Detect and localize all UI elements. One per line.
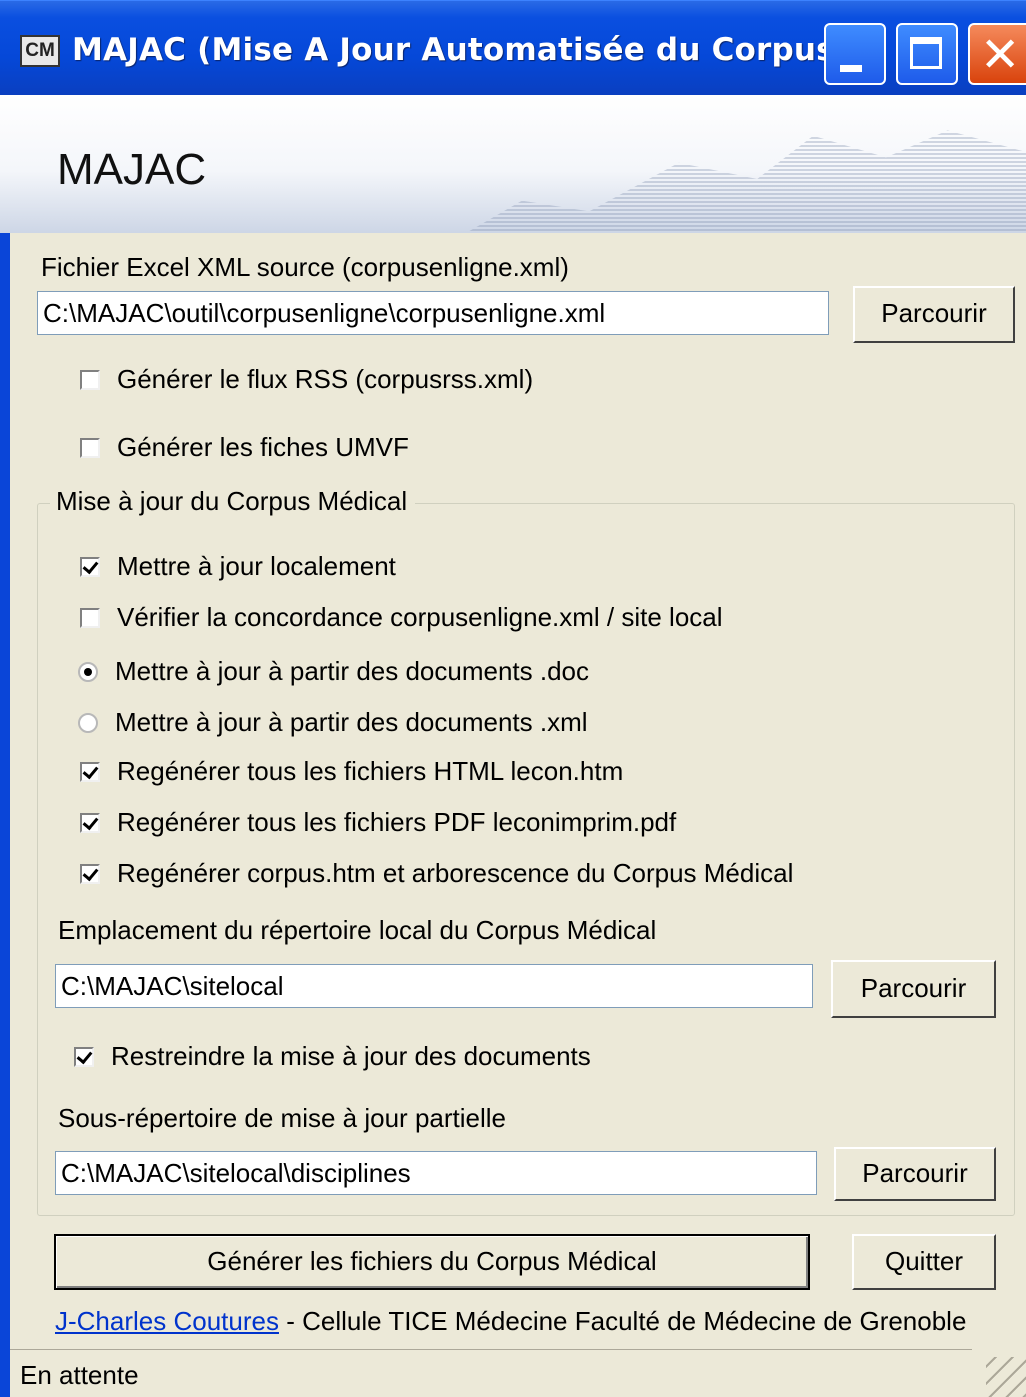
source-file-label: Fichier Excel XML source (corpusenligne.… xyxy=(41,252,569,282)
close-button[interactable]: ✕ xyxy=(968,23,1026,85)
footer-credit: J-Charles Coutures - Cellule TICE Médeci… xyxy=(55,1306,966,1337)
update-from-xml-radio[interactable] xyxy=(78,712,98,733)
title-bar[interactable]: CM MAJAC (Mise A Jour Automatisée du Cor… xyxy=(0,0,1026,95)
option-label: Regénérer tous les fichiers PDF leconimp… xyxy=(117,807,677,837)
source-file-input[interactable]: C:\MAJAC\outil\corpusenligne\corpusenlig… xyxy=(37,291,829,335)
sub-dir-input[interactable]: C:\MAJAC\sitelocal\disciplines xyxy=(55,1151,817,1195)
restrict-option[interactable]: Restreindre la mise à jour des documents xyxy=(74,1041,591,1072)
maximize-button[interactable] xyxy=(896,23,958,85)
sub-dir-browse-button[interactable]: Parcourir xyxy=(834,1147,996,1201)
verify-concordance-checkbox[interactable] xyxy=(80,607,100,628)
status-text: En attente xyxy=(20,1360,139,1390)
verify-concordance-option[interactable]: Vérifier la concordance corpusenligne.xm… xyxy=(80,602,723,633)
local-dir-browse-button[interactable]: Parcourir xyxy=(831,960,996,1018)
close-icon: ✕ xyxy=(980,27,1021,83)
regen-html-checkbox[interactable] xyxy=(80,761,100,782)
banner: MAJAC xyxy=(0,95,1026,233)
option-label: Regénérer corpus.htm et arborescence du … xyxy=(117,858,794,888)
local-dir-input[interactable]: C:\MAJAC\sitelocal xyxy=(55,964,813,1008)
window-frame-left xyxy=(0,95,10,1397)
option-label: Vérifier la concordance corpusenligne.xm… xyxy=(117,602,723,632)
status-bar xyxy=(10,1349,972,1397)
author-link[interactable]: J-Charles Coutures xyxy=(55,1306,279,1336)
local-dir-label: Emplacement du répertoire local du Corpu… xyxy=(58,915,657,945)
banner-title: MAJAC xyxy=(57,145,207,194)
restrict-checkbox[interactable] xyxy=(74,1046,94,1067)
credit-text: - Cellule TICE Médecine Faculté de Médec… xyxy=(278,1306,967,1336)
update-locally-checkbox[interactable] xyxy=(80,556,100,577)
option-label: Regénérer tous les fichiers HTML lecon.h… xyxy=(117,756,624,786)
mountain-image xyxy=(466,130,1026,233)
app-icon: CM xyxy=(20,35,60,67)
sub-dir-label: Sous-répertoire de mise à jour partielle xyxy=(58,1103,506,1133)
update-from-xml-option[interactable]: Mettre à jour à partir des documents .xm… xyxy=(78,707,588,738)
window-title: MAJAC (Mise A Jour Automatisée du Corpus… xyxy=(72,32,850,68)
regen-corpus-checkbox[interactable] xyxy=(80,863,100,884)
update-from-doc-option[interactable]: Mettre à jour à partir des documents .do… xyxy=(78,656,589,687)
regen-pdf-checkbox[interactable] xyxy=(80,812,100,833)
umvf-label: Générer les fiches UMVF xyxy=(117,432,409,462)
quit-button[interactable]: Quitter xyxy=(852,1234,996,1290)
restrict-label: Restreindre la mise à jour des documents xyxy=(111,1041,591,1071)
umvf-checkbox[interactable] xyxy=(80,437,100,458)
resize-grip-icon[interactable] xyxy=(986,1357,1026,1397)
option-label: Mettre à jour localement xyxy=(117,551,396,581)
umvf-option[interactable]: Générer les fiches UMVF xyxy=(80,432,409,463)
source-browse-button[interactable]: Parcourir xyxy=(853,286,1015,343)
update-from-doc-radio[interactable] xyxy=(78,661,98,682)
regen-html-option[interactable]: Regénérer tous les fichiers HTML lecon.h… xyxy=(80,756,623,787)
minimize-button[interactable] xyxy=(824,23,886,85)
rss-checkbox[interactable] xyxy=(80,369,100,390)
rss-label: Générer le flux RSS (corpusrss.xml) xyxy=(117,364,534,394)
group-legend: Mise à jour du Corpus Médical xyxy=(50,486,416,517)
generate-button[interactable]: Générer les fichiers du Corpus Médical xyxy=(54,1234,810,1290)
regen-pdf-option[interactable]: Regénérer tous les fichiers PDF leconimp… xyxy=(80,807,676,838)
regen-corpus-option[interactable]: Regénérer corpus.htm et arborescence du … xyxy=(80,858,793,889)
rss-option[interactable]: Générer le flux RSS (corpusrss.xml) xyxy=(80,364,533,395)
option-label: Mettre à jour à partir des documents .do… xyxy=(115,656,590,686)
update-locally-option[interactable]: Mettre à jour localement xyxy=(80,551,396,582)
option-label: Mettre à jour à partir des documents .xm… xyxy=(115,707,588,737)
